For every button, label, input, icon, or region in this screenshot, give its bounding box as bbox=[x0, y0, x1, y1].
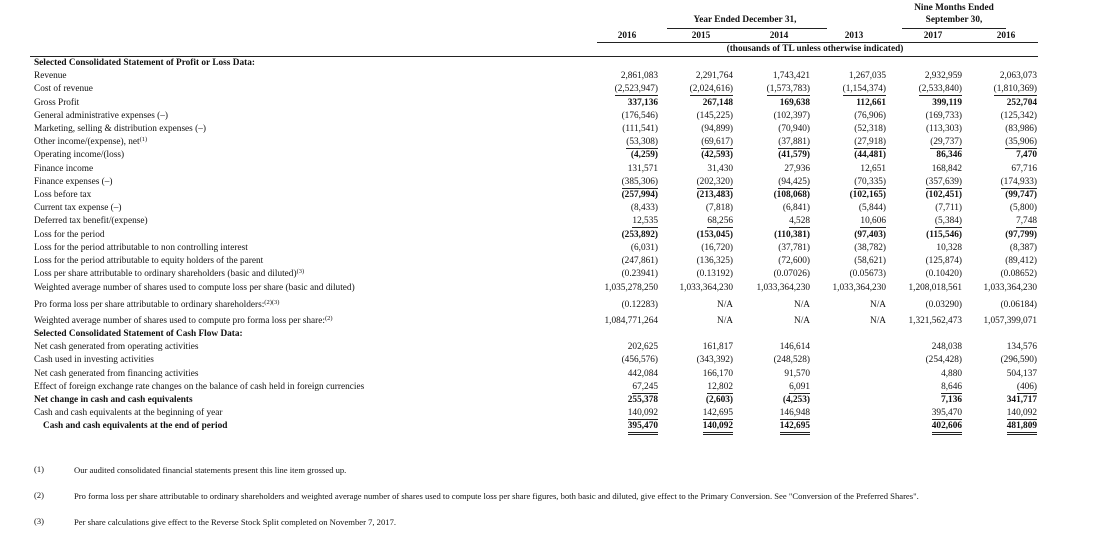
footnote-mark: (2) bbox=[34, 490, 44, 500]
footnote-text: Pro forma loss per share attributable to… bbox=[74, 491, 919, 501]
footnote-text: Our audited consolidated financial state… bbox=[74, 465, 347, 475]
footnote-mark: (3) bbox=[34, 516, 44, 526]
footnote-text: Per share calculations give effect to th… bbox=[74, 517, 397, 527]
footnotes: (1) Our audited consolidated financial s… bbox=[0, 0, 1094, 542]
footnote-mark: (1) bbox=[34, 464, 44, 474]
